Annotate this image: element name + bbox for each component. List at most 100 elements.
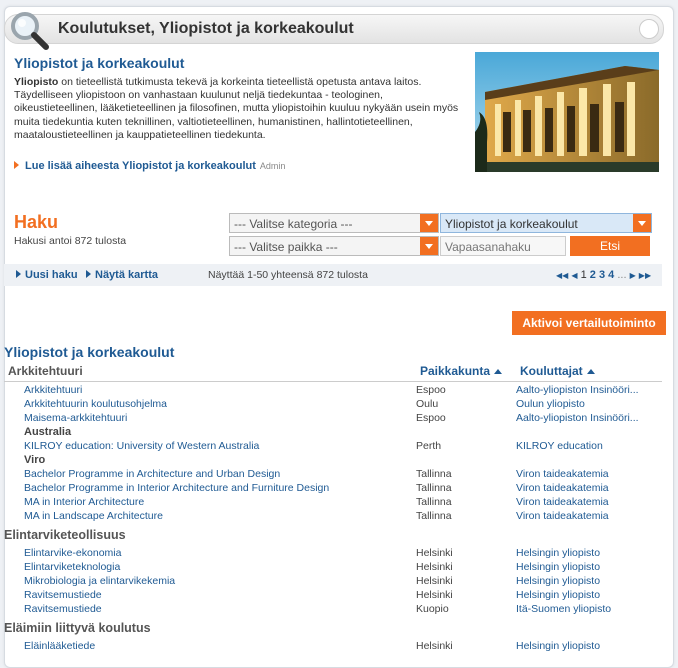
location-cell: Tallinna <box>416 510 452 522</box>
program-link[interactable]: KILROY education: University of Western … <box>24 439 259 453</box>
provider-link[interactable]: Helsingin yliopisto <box>516 546 644 560</box>
new-search-link[interactable]: Uusi haku <box>16 269 78 281</box>
arrow-right-icon <box>16 270 21 278</box>
country-heading: Australia <box>24 426 72 438</box>
divider <box>4 381 662 382</box>
provider-link[interactable]: Viron taideakatemia <box>516 509 644 523</box>
sort-provider-header[interactable]: Kouluttajat <box>520 364 595 378</box>
program-link[interactable]: Arkkitehtuurin koulutusohjelma <box>24 397 167 411</box>
program-link[interactable]: Ravitsemustiede <box>24 588 102 602</box>
intro-text: Yliopisto on tieteellistä tutkimusta tek… <box>14 76 464 142</box>
location-cell: Kuopio <box>416 603 449 615</box>
location-cell: Helsinki <box>416 589 453 601</box>
new-search-label: Uusi haku <box>25 269 78 281</box>
program-link[interactable]: Maisema-arkkitehtuuri <box>24 411 127 425</box>
program-link[interactable]: Arkkitehtuuri <box>24 383 82 397</box>
pager-ellipsis: ... <box>617 269 627 281</box>
search-title: Haku <box>14 212 59 232</box>
location-cell: Tallinna <box>416 482 452 494</box>
location-cell: Helsinki <box>416 547 453 559</box>
showing-text: Näyttää 1-50 yhteensä 872 tulosta <box>208 269 368 281</box>
intro-body: on tieteellistä tutkimusta tekevä ja kor… <box>14 76 459 141</box>
page-1: 1 <box>580 269 587 281</box>
table-row: Bachelor Programme in Interior Architect… <box>0 481 678 495</box>
search-button[interactable]: Etsi <box>570 236 650 256</box>
provider-link[interactable]: Itä-Suomen yliopisto <box>516 602 644 616</box>
category-heading: Elintarviketeollisuus <box>4 528 126 542</box>
provider-link[interactable]: Helsingin yliopisto <box>516 574 644 588</box>
place-select[interactable]: --- Valitse paikka --- <box>229 236 439 256</box>
sort-up-icon <box>494 369 503 374</box>
provider-link[interactable]: Viron taideakatemia <box>516 467 644 481</box>
place-select-value: --- Valitse paikka --- <box>234 240 338 254</box>
category-heading: Arkkitehtuuri <box>8 364 83 378</box>
table-row: Bachelor Programme in Architecture and U… <box>0 467 678 481</box>
location-cell: Helsinki <box>416 640 453 652</box>
provider-link[interactable]: Oulun yliopisto <box>516 397 644 411</box>
program-link[interactable]: Elintarviketeknologia <box>24 560 120 574</box>
table-row: Arkkitehtuurin koulutusohjelma Oulu Oulun … <box>0 397 678 411</box>
chevron-down-icon[interactable] <box>420 214 438 232</box>
arrow-right-icon <box>86 270 91 278</box>
next-page-icon[interactable]: ▶ <box>630 271 636 280</box>
results-list: Arkkitehtuuri Espoo Aalto-yliopiston Insin… <box>0 383 678 653</box>
program-link[interactable]: MA in Landscape Architecture <box>24 509 163 523</box>
provider-link[interactable]: Helsingin yliopisto <box>516 588 644 602</box>
university-building-image <box>475 52 659 172</box>
results-toolbar: Uusi haku Näytä kartta Näyttää 1-50 yhte… <box>4 264 662 286</box>
category-heading: Eläimiin liittyvä koulutus <box>4 621 151 635</box>
location-cell: Tallinna <box>416 496 452 508</box>
category-select[interactable]: --- Valitse kategoria --- <box>229 213 439 233</box>
provider-link[interactable]: Aalto-yliopiston Insinööri... <box>516 383 644 397</box>
provider-link[interactable]: Helsingin yliopisto <box>516 639 644 653</box>
header-circle <box>639 19 659 39</box>
program-link[interactable]: Bachelor Programme in Architecture and U… <box>24 467 280 481</box>
provider-link[interactable]: Helsingin yliopisto <box>516 560 644 574</box>
first-page-icon[interactable]: ◀◀ <box>556 271 568 280</box>
admin-label: Admin <box>259 161 286 171</box>
page-3[interactable]: 3 <box>599 269 605 281</box>
page-4[interactable]: 4 <box>608 269 614 281</box>
provider-link[interactable]: Viron taideakatemia <box>516 481 644 495</box>
location-cell: Perth <box>416 440 442 452</box>
freetext-search-input[interactable]: Vapaasanahaku <box>440 236 566 256</box>
pagination: ◀◀ ◀ 1 2 3 4 ... ▶ ▶▶ <box>556 269 651 281</box>
provider-header-label: Kouluttajat <box>520 364 583 378</box>
location-cell: Oulu <box>416 398 439 410</box>
table-row: Ravitsemustiede Helsinki Helsingin yliopis… <box>0 588 678 602</box>
magnifier-icon <box>11 12 49 50</box>
location-cell: Espoo <box>416 412 446 424</box>
program-link[interactable]: Mikrobiologia ja elintarvikekemia <box>24 574 175 588</box>
show-map-link[interactable]: Näytä kartta <box>86 269 158 281</box>
program-link[interactable]: Ravitsemustiede <box>24 602 102 616</box>
table-row: MA in Interior Architecture Tallinna Viron… <box>0 495 678 509</box>
program-link[interactable]: MA in Interior Architecture <box>24 495 144 509</box>
program-link[interactable]: Bachelor Programme in Interior Architect… <box>24 481 329 495</box>
subcategory-select[interactable]: Yliopistot ja korkeakoulut <box>440 213 652 233</box>
table-row: Maisema-arkkitehtuuri Espoo Aalto-yliopist… <box>0 411 678 425</box>
result-count: Hakusi antoi 872 tulosta <box>14 235 127 247</box>
provider-link[interactable]: KILROY education <box>516 439 644 453</box>
sort-location-header[interactable]: Paikkakunta <box>420 364 503 378</box>
prev-page-icon[interactable]: ◀ <box>571 271 577 280</box>
table-row: Eläinlääketiede Helsinki Helsingin yliopis… <box>0 639 678 653</box>
table-row: MA in Landscape Architecture Tallinna Viro… <box>0 509 678 523</box>
country-heading: Viro <box>24 454 46 466</box>
section-title: Koulutukset, Yliopistot ja korkeakoulut <box>58 20 354 37</box>
provider-link[interactable]: Viron taideakatemia <box>516 495 644 509</box>
sort-up-icon <box>586 369 595 374</box>
intro-title: Yliopistot ja korkeakoulut <box>14 55 185 71</box>
activate-compare-button[interactable]: Aktivoi vertailutoiminto <box>512 311 666 335</box>
program-link[interactable]: Eläinlääketiede <box>24 639 95 653</box>
provider-link[interactable]: Aalto-yliopiston Insinööri... <box>516 411 644 425</box>
chevron-down-icon[interactable] <box>420 237 438 255</box>
intro-lead: Yliopisto <box>14 76 59 88</box>
read-more-link[interactable]: Lue lisää aiheesta Yliopistot ja korkeak… <box>25 160 256 172</box>
program-link[interactable]: Elintarvike-ekonomia <box>24 546 121 560</box>
subcategory-select-value: Yliopistot ja korkeakoulut <box>445 217 578 231</box>
page-2[interactable]: 2 <box>590 269 596 281</box>
read-more: Lue lisää aiheesta Yliopistot ja korkeak… <box>14 160 285 172</box>
last-page-icon[interactable]: ▶▶ <box>639 271 651 280</box>
chevron-down-icon[interactable] <box>633 214 651 232</box>
section-header: Koulutukset, Yliopistot ja korkeakoulut <box>4 14 664 44</box>
